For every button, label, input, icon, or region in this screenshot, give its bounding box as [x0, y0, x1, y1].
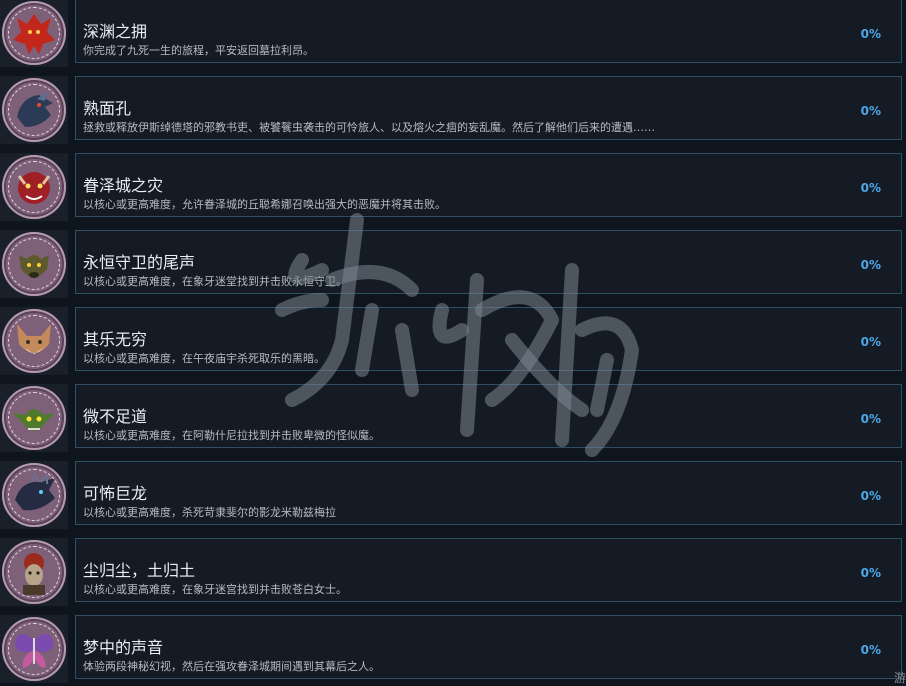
achievement-page: 深渊之拥 你完成了九死一生的旅程，平安返回墓拉利昂。 0% 熟面孔 拯救或释放伊斯绰德塔…	[0, 0, 906, 686]
achievement-title: 可怖巨龙	[83, 484, 148, 503]
achievement-card[interactable]: 可怖巨龙以核心或更高难度，杀死苛隶斐尔的影龙米勒兹梅拉 0%	[75, 461, 902, 525]
achievement-icon-frame	[0, 0, 68, 67]
achievement-title: 梦中的声音	[83, 638, 164, 657]
achievement-description: 拯救或释放伊斯绰德塔的邪教书吏、被饕餮虫袭击的可怜旅人、以及熔火之痼的妄乱魔。然…	[83, 121, 655, 134]
achievement-card[interactable]: 尘归尘，土归土以核心或更高难度，在象牙迷宫找到并击败苍白女士。 0%	[75, 538, 902, 602]
achievement-row[interactable]: 可怖巨龙以核心或更高难度，杀死苛隶斐尔的影龙米勒兹梅拉 0%	[0, 461, 906, 538]
achievement-title: 熟面孔	[83, 99, 132, 118]
achievement-row[interactable]: 熟面孔拯救或释放伊斯绰德塔的邪教书吏、被饕餮虫袭击的可怜旅人、以及熔火之痼的妄乱…	[0, 76, 906, 153]
achievement-icon-frame	[0, 307, 68, 375]
achievement-card[interactable]: 永恒守卫的尾声以核心或更高难度，在象牙迷堂找到并击败永恒守卫。 0%	[75, 230, 902, 294]
achievement-card[interactable]: 微不足道以核心或更高难度，在阿勒什尼拉找到并击败卑微的怪似魔。 0%	[75, 384, 902, 448]
achievement-percent: 0%	[860, 258, 881, 272]
dragon-head-icon	[2, 78, 66, 142]
achievement-row[interactable]: 永恒守卫的尾声以核心或更高难度，在象牙迷堂找到并击败永恒守卫。 0%	[0, 230, 906, 307]
achievement-description: 以核心或更高难度，在午夜庙宇杀死取乐的黑暗。	[83, 352, 325, 365]
achievement-row[interactable]: 梦中的声音体验两段神秘幻视，然后在强攻眷泽城期间遇到其幕后之人。 0%	[0, 615, 906, 686]
red-fiend-icon	[2, 155, 66, 219]
achievement-title: 尘归尘，土归土	[83, 561, 196, 580]
achievement-percent: 0%	[860, 489, 881, 503]
achievement-icon-frame	[0, 153, 68, 221]
shadow-dragon-icon	[2, 463, 66, 527]
achievement-description: 以核心或更高难度，在阿勒什尼拉找到并击败卑微的怪似魔。	[83, 429, 380, 442]
achievement-percent: 0%	[860, 181, 881, 195]
achievement-card[interactable]: 深渊之拥你完成了九死一生的旅程，平安返回墓拉利昂。 0%	[75, 0, 902, 63]
achievement-percent: 0%	[860, 104, 881, 118]
achievement-percent: 0%	[860, 643, 881, 657]
achievement-icon-frame	[0, 615, 68, 683]
achievement-description: 以核心或更高难度，允许眷泽城的丘聪希娜召唤出强大的恶魔并将其击败。	[83, 198, 446, 211]
achievement-description: 以核心或更高难度，在象牙迷宫找到并击败苍白女士。	[83, 583, 347, 596]
achievement-icon-frame	[0, 230, 68, 298]
achievement-icon-frame	[0, 461, 68, 529]
achievement-percent: 0%	[860, 566, 881, 580]
achievement-description: 以核心或更高难度，在象牙迷堂找到并击败永恒守卫。	[83, 275, 347, 288]
butterfly-icon	[2, 617, 66, 681]
achievement-title: 微不足道	[83, 407, 148, 426]
beast-head-icon	[2, 232, 66, 296]
achievement-row[interactable]: 其乐无穷以核心或更高难度，在午夜庙宇杀死取乐的黑暗。 0%	[0, 307, 906, 384]
achievement-card[interactable]: 其乐无穷以核心或更高难度，在午夜庙宇杀死取乐的黑暗。 0%	[75, 307, 902, 371]
achievement-row[interactable]: 微不足道以核心或更高难度，在阿勒什尼拉找到并击败卑微的怪似魔。 0%	[0, 384, 906, 461]
achievement-row[interactable]: 深渊之拥你完成了九死一生的旅程，平安返回墓拉利昂。 0%	[0, 0, 906, 76]
corner-glyph: 游	[893, 671, 906, 685]
achievement-description: 你完成了九死一生的旅程，平安返回墓拉利昂。	[83, 44, 314, 57]
achievement-card[interactable]: 梦中的声音体验两段神秘幻视，然后在强攻眷泽城期间遇到其幕后之人。 0%	[75, 615, 902, 679]
achievement-card[interactable]: 熟面孔拯救或释放伊斯绰德塔的邪教书吏、被饕餮虫袭击的可怜旅人、以及熔火之痼的妄乱…	[75, 76, 902, 140]
achievement-percent: 0%	[860, 412, 881, 426]
achievement-title: 深渊之拥	[83, 22, 148, 41]
achievement-title: 眷泽城之灾	[83, 176, 164, 195]
achievement-title: 永恒守卫的尾声	[83, 253, 196, 272]
achievement-percent: 0%	[860, 335, 881, 349]
achievement-description: 体验两段神秘幻视，然后在强攻眷泽城期间遇到其幕后之人。	[83, 660, 380, 673]
achievement-icon-frame	[0, 76, 68, 144]
pale-lady-icon	[2, 540, 66, 604]
achievement-percent: 0%	[860, 27, 881, 41]
fox-head-icon	[2, 309, 66, 373]
achievement-icon-frame	[0, 384, 68, 452]
achievement-title: 其乐无穷	[83, 330, 148, 349]
achievement-description: 以核心或更高难度，杀死苛隶斐尔的影龙米勒兹梅拉	[83, 506, 336, 519]
red-demon-icon	[2, 1, 66, 65]
achievement-row[interactable]: 尘归尘，土归土以核心或更高难度，在象牙迷宫找到并击败苍白女士。 0%	[0, 538, 906, 615]
achievement-row[interactable]: 眷泽城之灾以核心或更高难度，允许眷泽城的丘聪希娜召唤出强大的恶魔并将其击败。 0%	[0, 153, 906, 230]
achievement-card[interactable]: 眷泽城之灾以核心或更高难度，允许眷泽城的丘聪希娜召唤出强大的恶魔并将其击败。 0%	[75, 153, 902, 217]
goblin-head-icon	[2, 386, 66, 450]
achievement-icon-frame	[0, 538, 68, 606]
achievement-list: 深渊之拥 你完成了九死一生的旅程，平安返回墓拉利昂。 0% 熟面孔 拯救或释放伊斯绰德塔…	[0, 0, 906, 686]
